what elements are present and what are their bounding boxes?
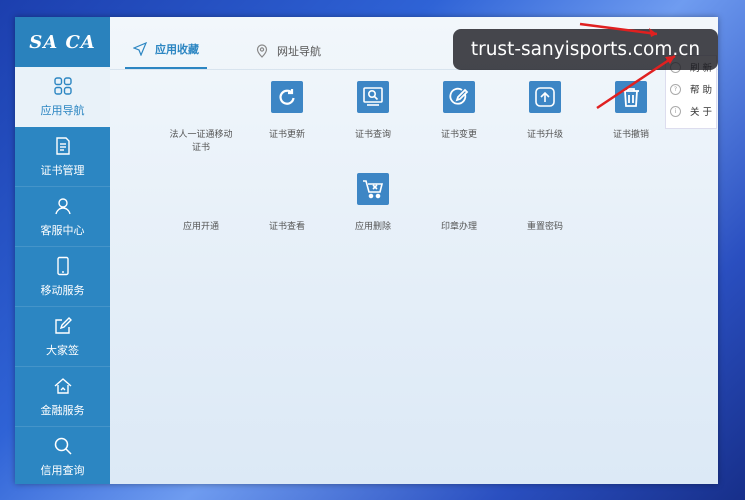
tab-app-favorites[interactable]: 应用收藏 [125, 31, 207, 69]
menu-item-label: 帮 助 [690, 85, 713, 96]
blank-icon [443, 173, 475, 205]
grid-icon [53, 76, 73, 96]
sidebar-item-label: 移动服务 [40, 283, 85, 297]
upgrade-icon [529, 81, 561, 113]
sidebar-item-label: 证书管理 [40, 163, 85, 177]
search-doc-icon [357, 81, 389, 113]
sidebar-item-label: 应用导航 [40, 103, 85, 117]
mobile-icon [53, 256, 73, 276]
tab-url-nav[interactable]: 网址导航 [247, 33, 329, 69]
app-label: 应用删除 [354, 222, 391, 232]
app-label: 证书升级 [526, 130, 563, 140]
app-label: 重置密码 [526, 222, 563, 232]
app-seal[interactable]: 印章办理 [416, 173, 502, 265]
logo: SA CA [15, 17, 110, 67]
sidebar-item-service-center[interactable]: 客服中心 [15, 187, 110, 247]
app-label: 证书撤销 [612, 130, 649, 140]
tab-label: 网址导航 [277, 45, 321, 58]
sidebar-item-mobile-service[interactable]: 移动服务 [15, 247, 110, 307]
logo-text: SA CA [29, 31, 96, 53]
app-legal-mobile-cert[interactable]: 法人一证通移动证书 [158, 81, 244, 173]
sidebar-item-credit-query[interactable]: 信用查询 [15, 427, 110, 484]
app-label: 应用开通 [182, 222, 219, 232]
sidebar-item-label: 大家签 [46, 343, 79, 357]
search-icon [53, 436, 73, 456]
sidebar: SA CA 应用导航 证书管理 客服中心 移动服务 大家签 金融服务 信用查询 [15, 17, 110, 484]
app-cert-query[interactable]: 证书查询 [330, 81, 416, 173]
sidebar-item-cert-manage[interactable]: 证书管理 [15, 127, 110, 187]
blank-icon [271, 173, 303, 205]
app-label: 证书变更 [440, 130, 477, 140]
app-label: 印章办理 [440, 222, 477, 232]
app-cert-change[interactable]: 证书变更 [416, 81, 502, 173]
blank-icon [185, 173, 217, 205]
edit-circle-icon [443, 81, 475, 113]
home-icon [53, 376, 73, 396]
edit-icon [53, 316, 73, 336]
tab-label: 应用收藏 [155, 43, 199, 56]
sidebar-item-label: 金融服务 [40, 403, 85, 417]
app-cert-view[interactable]: 证书查看 [244, 173, 330, 265]
app-label: 证书查看 [268, 222, 305, 232]
app-open[interactable]: 应用开通 [158, 173, 244, 265]
app-label: 证书查询 [354, 130, 391, 140]
blank-icon [185, 81, 217, 113]
sidebar-item-label: 信用查询 [40, 463, 85, 477]
blank-icon [529, 173, 561, 205]
refresh-icon [271, 81, 303, 113]
cart-delete-icon [357, 173, 389, 205]
sidebar-item-label: 客服中心 [40, 223, 85, 237]
sidebar-item-finance[interactable]: 金融服务 [15, 367, 110, 427]
sidebar-item-app-nav[interactable]: 应用导航 [15, 67, 110, 127]
menu-item-label: 关 于 [690, 107, 713, 118]
app-label: 法人一证通移动证书 [169, 130, 233, 153]
red-arrow-icon [579, 22, 676, 110]
app-delete[interactable]: 应用删除 [330, 173, 416, 265]
app-reset-password[interactable]: 重置密码 [502, 173, 588, 265]
send-icon [133, 42, 147, 56]
sidebar-item-dajiaqian[interactable]: 大家签 [15, 307, 110, 367]
app-label: 证书更新 [268, 130, 305, 140]
location-icon [256, 44, 268, 58]
document-icon [53, 136, 73, 156]
person-icon [53, 196, 73, 216]
app-row: 应用开通 证书查看 应用删除 印章办理 重置密码 [158, 173, 678, 265]
app-cert-update[interactable]: 证书更新 [244, 81, 330, 173]
